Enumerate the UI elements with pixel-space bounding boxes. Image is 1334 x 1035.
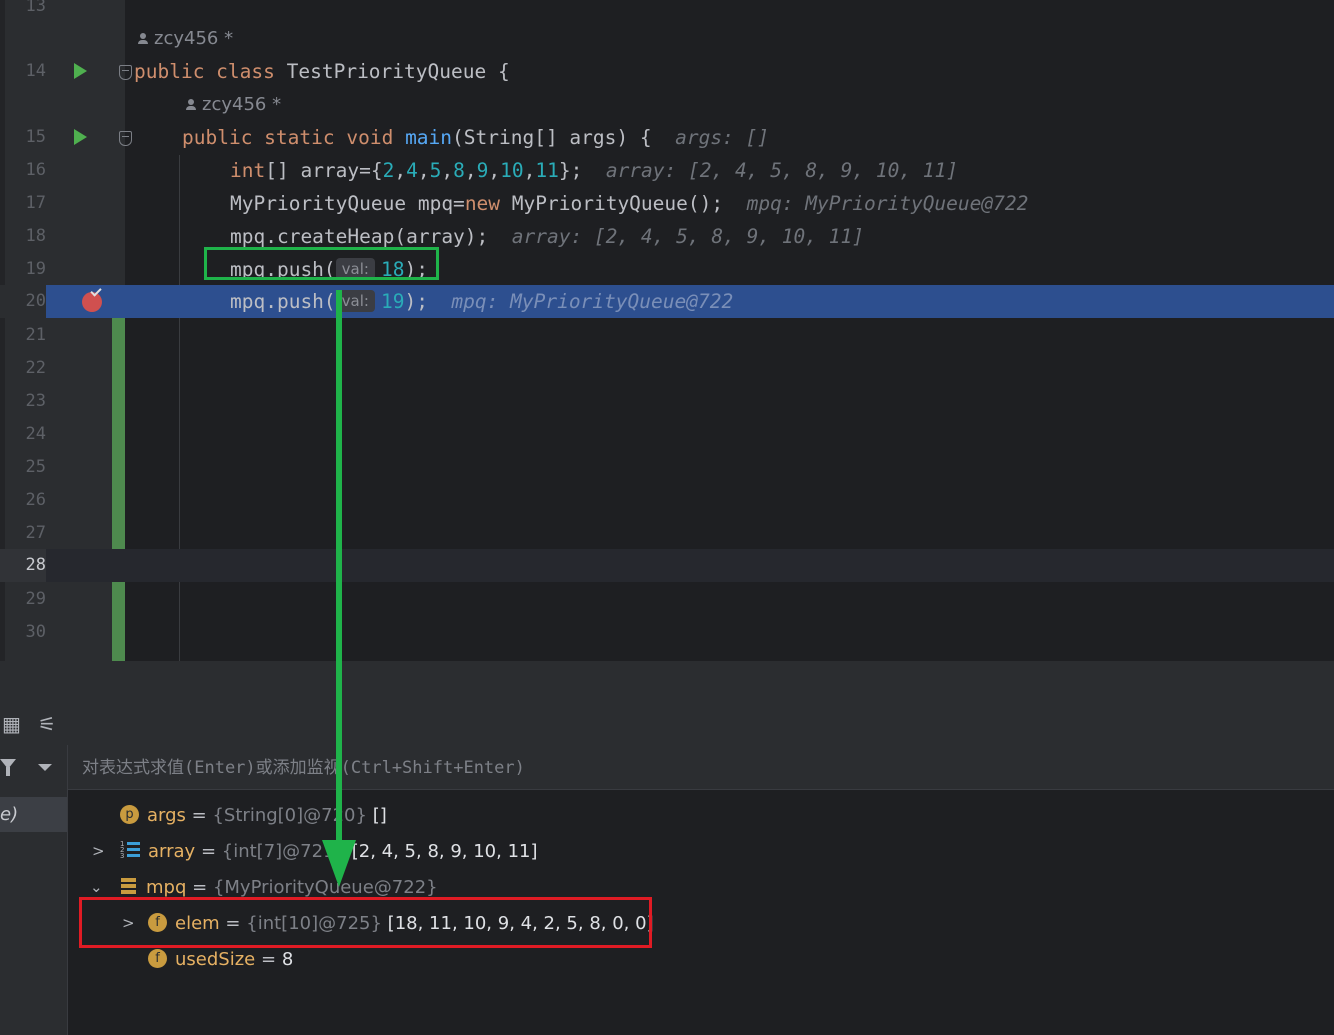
code-text: mpq.push(val: 19); mpq: MyPriorityQueue@7… (230, 289, 734, 313)
person-icon (186, 99, 196, 110)
code-line[interactable]: 25 (0, 451, 1334, 484)
line-number: 24 (25, 424, 46, 444)
layout-settings-icon[interactable]: ⚟ (38, 703, 56, 745)
frames-list[interactable]: e) (0, 745, 68, 1035)
code-text: MyPriorityQueue mpq=new MyPriorityQueue(… (230, 192, 1029, 215)
code-line[interactable]: 26 (0, 484, 1334, 517)
code-author-hint[interactable]: zcy456 * (138, 22, 233, 55)
code-text: public class TestPriorityQueue { (134, 60, 510, 83)
object-icon (120, 877, 138, 895)
line-number: 13 (25, 0, 46, 16)
code-line[interactable]: 30 (0, 616, 1334, 649)
code-editor[interactable]: 13 zcy456 * 14 public class TestPriority… (0, 0, 1334, 661)
annotation-green-box (204, 247, 439, 280)
line-number: 27 (25, 523, 46, 543)
code-line[interactable]: 17 MyPriorityQueue mpq=new MyPriorityQue… (0, 187, 1334, 220)
annotation-arrow (336, 290, 342, 850)
line-number: 18 (25, 226, 46, 246)
selected-frame[interactable]: e) (0, 797, 67, 832)
chevron-down-icon[interactable] (38, 764, 52, 771)
code-author-hint[interactable]: zcy456 * (186, 88, 281, 121)
code-line[interactable]: 18 mpq.createHeap(array); array: [2, 4, … (0, 220, 1334, 253)
run-icon[interactable] (74, 63, 87, 79)
code-line[interactable]: 21 (0, 319, 1334, 352)
array-icon: 123 (120, 840, 140, 860)
code-line[interactable]: 15 public static void main(String[] args… (0, 121, 1334, 154)
fold-icon[interactable] (119, 65, 132, 80)
evaluate-expression-bar[interactable] (68, 745, 1334, 790)
line-number: 19 (25, 259, 46, 279)
field-icon: f (148, 948, 167, 968)
code-line[interactable]: 16 int[] array={2,4,5,8,9,10,11}; array:… (0, 154, 1334, 187)
annotation-arrow-head (322, 840, 356, 887)
caret-line[interactable]: 28 (0, 549, 1334, 582)
evaluate-expression-input[interactable] (80, 753, 984, 783)
code-line[interactable]: 27 (0, 517, 1334, 550)
variable-row-args[interactable]: p args = {String[0]@720} [] (120, 798, 387, 834)
line-number: 20 (0, 285, 46, 318)
run-icon[interactable] (74, 129, 87, 145)
line-number: 17 (25, 193, 46, 213)
debug-toolbar: ▦ ⚟ (0, 703, 1334, 746)
code-line[interactable]: 29 (0, 583, 1334, 616)
code-line[interactable]: 14 public class TestPriorityQueue { (0, 55, 1334, 88)
code-line[interactable]: 13 (0, 0, 1334, 23)
code-line[interactable]: 24 (0, 418, 1334, 451)
line-number: 16 (25, 160, 46, 180)
fold-icon[interactable] (119, 131, 132, 146)
annotation-red-box (79, 897, 652, 948)
line-number: 29 (25, 589, 46, 609)
execution-line[interactable]: 20 mpq.push(val: 19); mpq: MyPriorityQueu… (0, 285, 1334, 318)
line-number: 30 (25, 622, 46, 642)
line-number: 22 (25, 358, 46, 378)
code-line[interactable]: 22 (0, 352, 1334, 385)
code-line[interactable]: 23 (0, 385, 1334, 418)
line-number: 14 (25, 61, 46, 81)
chevron-right-icon[interactable]: > (92, 833, 105, 869)
line-number: 23 (25, 391, 46, 411)
line-number: 25 (25, 457, 46, 477)
filter-icon-stem (6, 767, 10, 776)
breakpoint-icon[interactable] (82, 292, 102, 312)
line-number: 26 (25, 490, 46, 510)
line-number: 28 (0, 549, 46, 582)
person-icon (138, 33, 148, 44)
code-text: int[] array={2,4,5,8,9,10,11}; array: [2… (230, 159, 959, 182)
code-text: public static void main(String[] args) {… (182, 126, 770, 149)
parameter-icon: p (120, 804, 139, 824)
line-number: 21 (25, 325, 46, 345)
line-number: 15 (25, 127, 46, 147)
debug-panel-header (0, 661, 1334, 704)
code-line[interactable]: 19 mpq.push(val: 18); (0, 253, 1334, 286)
table-view-icon[interactable]: ▦ (2, 703, 21, 745)
